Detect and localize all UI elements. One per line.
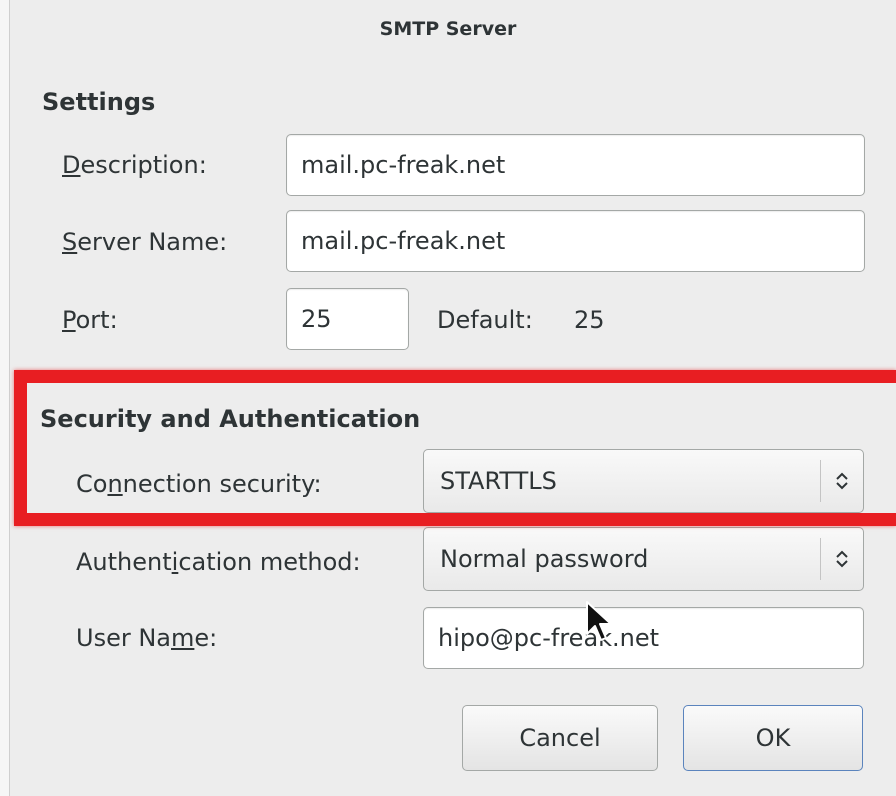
dialog-title: SMTP Server xyxy=(379,18,517,40)
user-name-label-post: e: xyxy=(194,624,218,652)
port-label-mnemonic: P xyxy=(62,306,76,334)
user-name-label-mnemonic: m xyxy=(171,624,195,652)
port-field[interactable]: 25 xyxy=(286,288,409,350)
ok-button[interactable]: OK xyxy=(683,705,863,771)
port-value: 25 xyxy=(301,305,332,333)
auth-method-select[interactable]: Normal password xyxy=(423,527,864,591)
port-default-label: Default: xyxy=(437,306,533,334)
description-label-rest: escription: xyxy=(80,151,207,179)
port-label-rest: ort: xyxy=(75,306,118,334)
cancel-button[interactable]: Cancel xyxy=(462,705,658,771)
auth-method-label: Authentication method: xyxy=(76,548,361,576)
port-default-value: 25 xyxy=(574,306,605,334)
description-field[interactable]: mail.pc-freak.net xyxy=(286,134,865,196)
mouse-pointer-icon xyxy=(585,600,615,648)
port-label: Port: xyxy=(62,306,118,334)
user-name-label-pre: User Na xyxy=(76,624,171,652)
server-name-value: mail.pc-freak.net xyxy=(301,227,506,255)
server-name-label-mnemonic: S xyxy=(62,228,78,256)
auth-method-label-pre: Authent xyxy=(76,548,172,576)
up-down-chevron-icon xyxy=(821,528,863,590)
auth-method-selected: Normal password xyxy=(440,545,649,573)
server-name-label: Server Name: xyxy=(62,228,227,256)
dialog-left-edge xyxy=(0,0,10,796)
smtp-server-dialog: SMTP Server Settings Description: mail.p… xyxy=(0,0,896,796)
description-label-mnemonic: D xyxy=(62,151,81,179)
description-label: Description: xyxy=(62,151,207,179)
user-name-value: hipo@pc-freak.net xyxy=(438,624,660,652)
server-name-label-rest: erver Name: xyxy=(77,228,228,256)
server-name-field[interactable]: mail.pc-freak.net xyxy=(286,210,865,272)
red-highlight-box xyxy=(14,370,896,526)
user-name-field[interactable]: hipo@pc-freak.net xyxy=(423,607,864,669)
auth-method-label-post: cation method: xyxy=(178,548,361,576)
settings-heading: Settings xyxy=(42,88,156,116)
user-name-label: User Name: xyxy=(76,624,217,652)
description-value: mail.pc-freak.net xyxy=(301,151,506,179)
